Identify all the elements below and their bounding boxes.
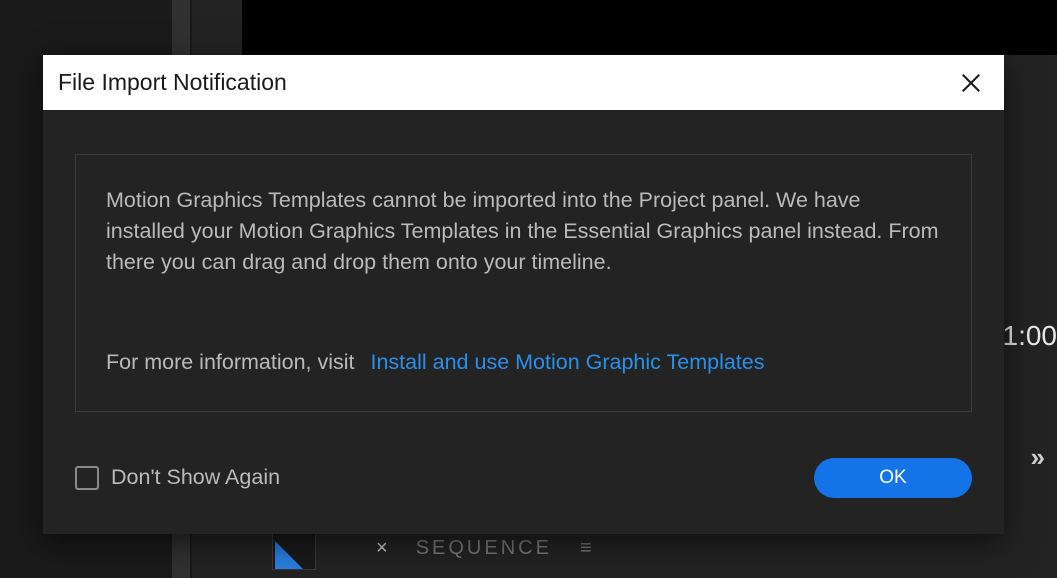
dialog-header: File Import Notification [43,55,1004,110]
dialog-footer: Don't Show Again OK [43,458,1004,534]
help-link[interactable]: Install and use Motion Graphic Templates [371,350,765,374]
dont-show-again-label: Don't Show Again [111,465,280,490]
dont-show-again-checkbox[interactable] [75,466,99,490]
dialog-title: File Import Notification [58,69,287,96]
viewer-area [242,0,1057,55]
sequence-tab-label[interactable]: SEQUENCE [416,537,552,560]
dont-show-again-row[interactable]: Don't Show Again [75,465,280,490]
info-prefix: For more information, visit [106,350,355,374]
message-info-row: For more information, visit Install and … [106,347,941,377]
file-import-notification-dialog: File Import Notification Motion Graphics… [43,55,1004,534]
message-box: Motion Graphics Templates cannot be impo… [75,154,972,412]
timecode-label: 1:00 [1003,320,1057,352]
fast-forward-icon[interactable]: » [1031,442,1039,473]
play-indicator-icon [275,541,303,569]
tab-menu-icon[interactable]: ≡ [580,537,592,560]
close-icon [960,72,982,94]
close-button[interactable] [958,70,984,96]
close-tab-icon[interactable]: × [376,537,388,560]
dialog-body: Motion Graphics Templates cannot be impo… [43,110,1004,440]
message-text: Motion Graphics Templates cannot be impo… [106,185,941,279]
ok-button[interactable]: OK [814,458,972,498]
